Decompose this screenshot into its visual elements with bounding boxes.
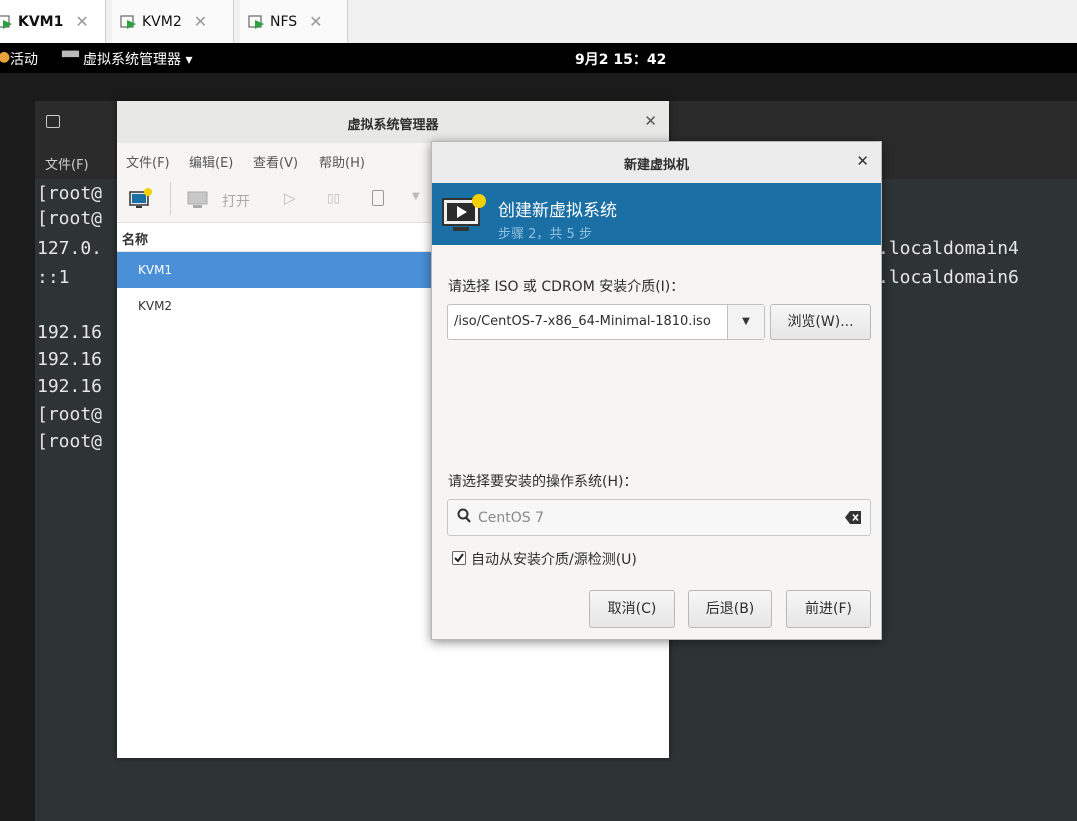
host-tab-kvm1[interactable]: KVM1 ✕: [0, 0, 106, 43]
close-icon[interactable]: ✕: [194, 12, 207, 31]
host-tab-label: KVM2: [142, 13, 182, 30]
vm-name: KVM2: [138, 299, 173, 313]
terminal-line: ::1: [37, 267, 70, 288]
app-icon: ▀▀: [62, 51, 79, 64]
terminal-line: 192.16: [37, 349, 103, 370]
terminal-line: [root@: [37, 431, 103, 452]
window-title: 虚拟系统管理器: [347, 118, 439, 133]
menu-edit[interactable]: 编辑(E): [189, 152, 233, 171]
terminal-line: [root@: [37, 183, 103, 204]
chevron-down-icon[interactable]: ▼: [727, 305, 764, 339]
open-button[interactable]: 打开: [222, 191, 250, 211]
toolbar-separator: [170, 182, 171, 215]
vm-screen-icon: [120, 13, 138, 31]
vm-screen-icon: [248, 13, 266, 31]
terminal-line: .localdomain6: [878, 267, 1019, 288]
terminal-icon: [46, 115, 60, 128]
os-label: 请选择要安装的操作系统(H)：: [448, 474, 638, 490]
menu-view[interactable]: 查看(V): [253, 152, 298, 171]
chevron-down-icon[interactable]: ▼: [412, 191, 420, 202]
host-tab-label: KVM1: [18, 13, 64, 30]
back-button[interactable]: 后退(B): [688, 590, 772, 628]
terminal-line: [root@: [37, 404, 103, 425]
terminal-line: [root@: [37, 208, 103, 229]
column-name-header[interactable]: 名称: [122, 229, 148, 248]
monitor-icon[interactable]: [187, 190, 209, 214]
banner-step: 步骤 2，共 5 步: [498, 227, 592, 242]
search-icon: [457, 508, 471, 528]
run-icon[interactable]: ▷: [284, 189, 296, 207]
cancel-button[interactable]: 取消(C): [589, 590, 675, 628]
clear-icon[interactable]: [845, 511, 861, 528]
menu-help[interactable]: 帮助(H): [319, 152, 365, 171]
banner-title: 创建新虚拟系统: [498, 201, 617, 221]
host-tab-label: NFS: [270, 13, 298, 30]
new-vm-dialog: 新建虚拟机 ✕ 创建新虚拟系统 步骤 2，共 5 步 请选择 ISO 或 CDR…: [431, 141, 882, 640]
host-tab-kvm2[interactable]: KVM2 ✕: [112, 0, 234, 43]
dialog-banner: 创建新虚拟系统 步骤 2，共 5 步: [432, 183, 881, 245]
vm-name: KVM1: [138, 263, 173, 277]
new-vm-icon[interactable]: [129, 188, 153, 214]
vm-screen-icon: [0, 13, 14, 31]
iso-label: 请选择 ISO 或 CDROM 安装介质(I)：: [448, 279, 685, 295]
pause-icon[interactable]: ▯▯: [327, 191, 340, 205]
gnome-top-bar: ● 活动 ▀▀ 虚拟系统管理器 ▾ 9月2 15：42: [0, 43, 1077, 73]
dialog-titlebar: 新建虚拟机 ✕: [432, 142, 881, 184]
virt-manager-titlebar: 虚拟系统管理器 ✕: [117, 101, 669, 144]
os-search-value: CentOS 7: [478, 510, 545, 526]
autodetect-checkbox[interactable]: [452, 551, 466, 565]
activities-dot-icon: ●: [0, 49, 11, 65]
iso-combobox[interactable]: /iso/CentOS-7-x86_64-Minimal-1810.iso ▼: [447, 304, 765, 340]
host-tab-bar: KVM1 ✕ KVM2 ✕ NFS ✕: [0, 0, 1077, 44]
dialog-title: 新建虚拟机: [623, 158, 689, 173]
terminal-line: 192.16: [37, 376, 103, 397]
browse-button[interactable]: 浏览(W)...: [770, 304, 871, 340]
terminal-line: .localdomain4: [878, 238, 1019, 259]
new-vm-banner-icon: [441, 193, 487, 241]
os-search-input[interactable]: CentOS 7: [447, 499, 871, 536]
forward-button[interactable]: 前进(F): [786, 590, 871, 628]
terminal-line: 192.16: [37, 322, 103, 343]
terminal-line: 127.0.: [37, 238, 103, 259]
menu-file[interactable]: 文件(F): [126, 152, 170, 171]
close-icon[interactable]: ✕: [856, 152, 869, 170]
stop-icon[interactable]: [372, 190, 384, 206]
close-icon[interactable]: ✕: [75, 12, 88, 31]
host-tab-nfs[interactable]: NFS ✕: [240, 0, 348, 43]
close-icon[interactable]: ✕: [309, 12, 322, 31]
close-icon[interactable]: ✕: [644, 112, 657, 130]
terminal-menu-file[interactable]: 文件(F): [45, 154, 89, 173]
activities-button[interactable]: 活动: [10, 49, 38, 69]
app-menu[interactable]: 虚拟系统管理器 ▾: [83, 49, 192, 69]
iso-path-value: /iso/CentOS-7-x86_64-Minimal-1810.iso: [454, 314, 711, 329]
autodetect-label[interactable]: 自动从安装介质/源检测(U): [471, 549, 637, 569]
clock[interactable]: 9月2 15：42: [575, 49, 666, 69]
